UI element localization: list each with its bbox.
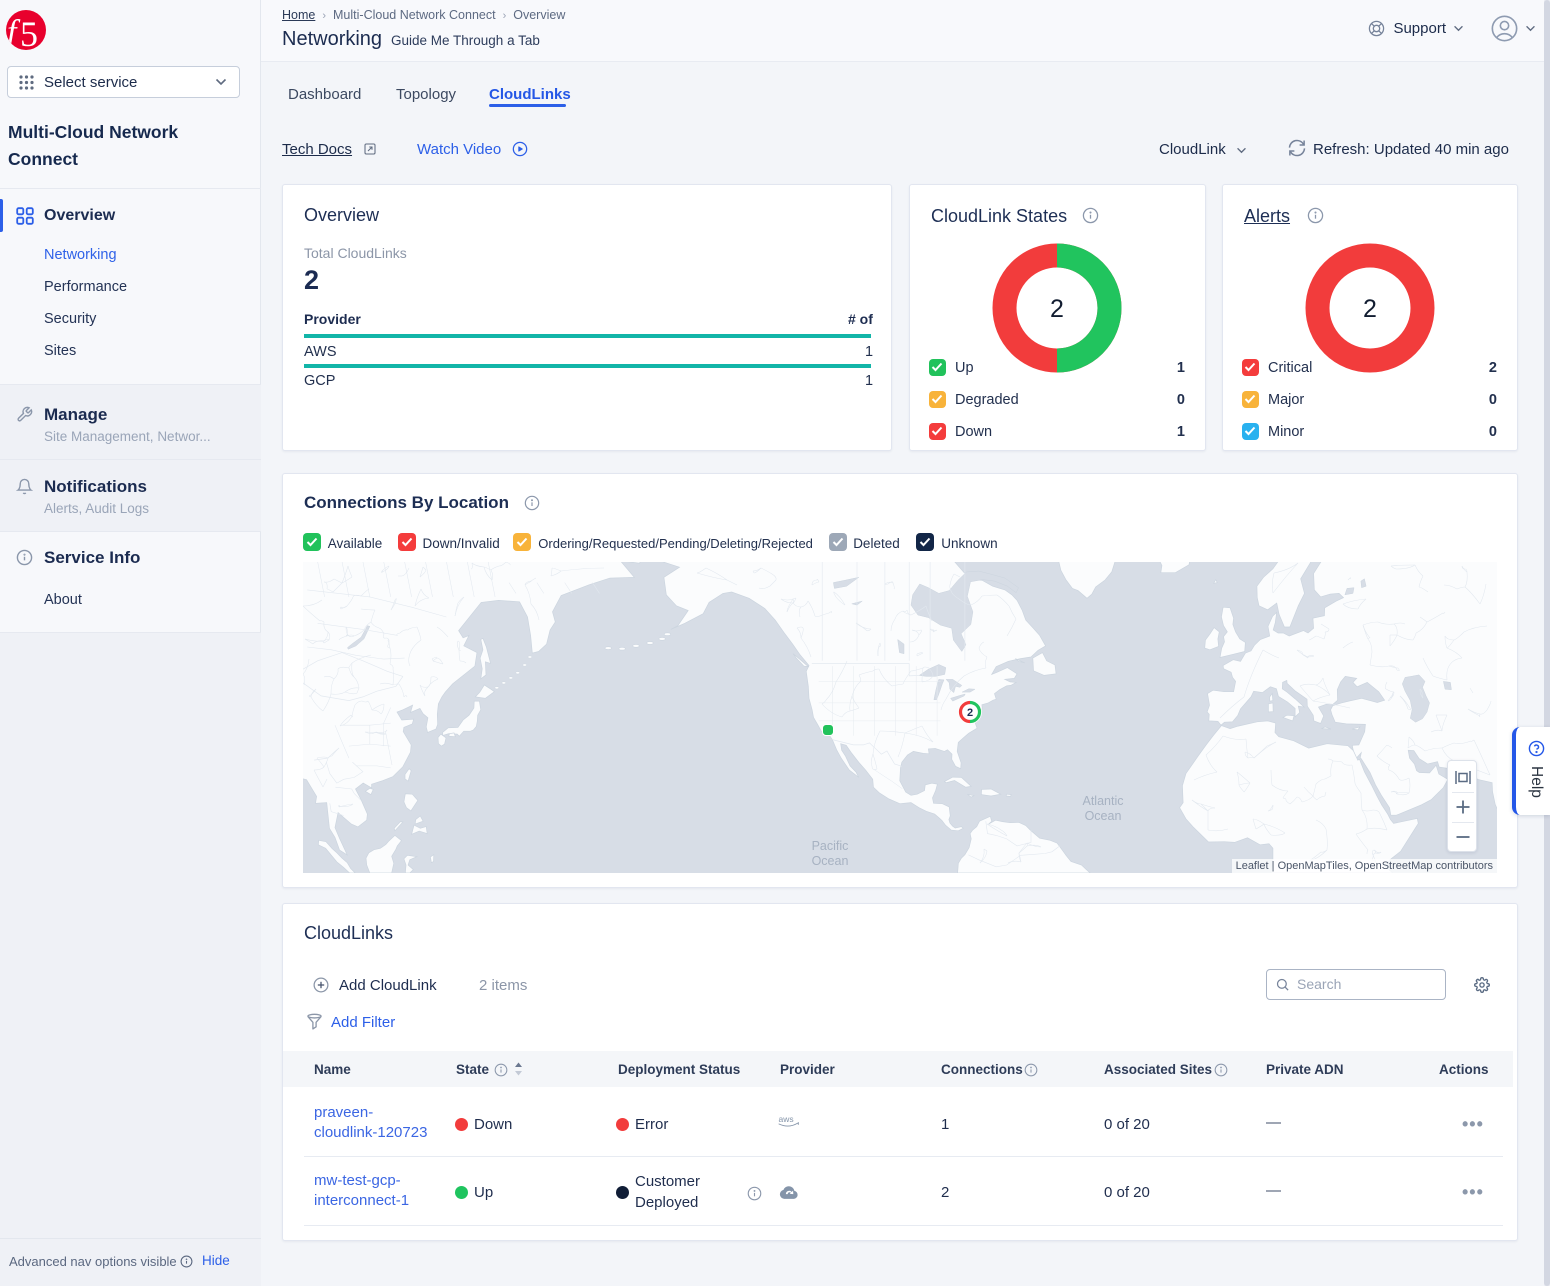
svg-text:Ocean: Ocean [812, 854, 849, 868]
svg-text:2: 2 [1363, 295, 1377, 323]
svg-text:Ocean: Ocean [1085, 809, 1122, 823]
svg-text:2: 2 [1050, 295, 1064, 323]
svg-text:Pacific: Pacific [812, 839, 849, 853]
svg-text:aws: aws [779, 1114, 794, 1124]
svg-text:2: 2 [967, 707, 973, 719]
svg-text:Atlantic: Atlantic [1083, 794, 1124, 808]
svg-text:5: 5 [20, 14, 38, 50]
